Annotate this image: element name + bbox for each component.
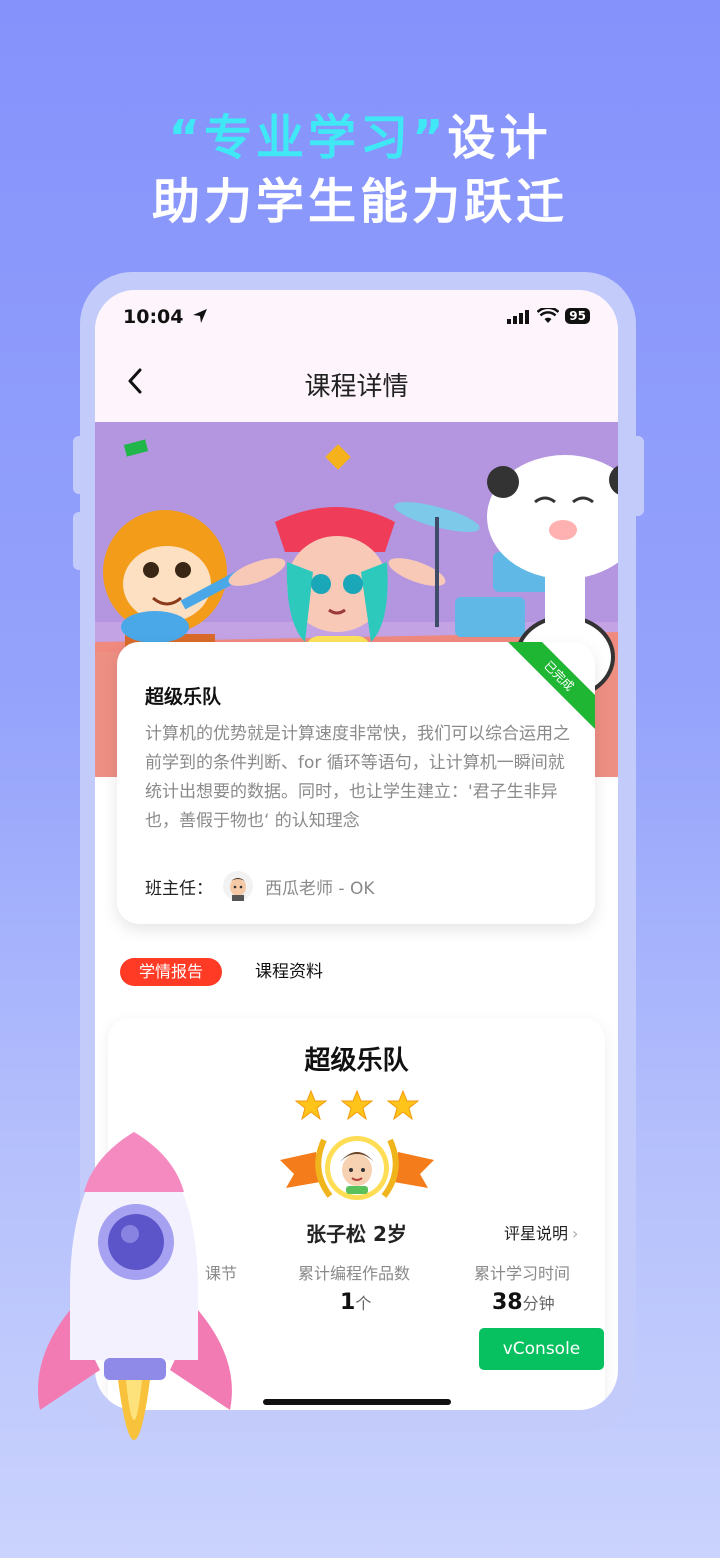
course-description: 计算机的优势就是计算速度非常快，我们可以综合运用之前学到的条件判断、for 循环… bbox=[145, 724, 570, 831]
stat-time-unit: 分钟 bbox=[522, 1294, 555, 1313]
headline-line-2: 助力学生能力跃迁 bbox=[151, 174, 568, 230]
status-icons: 95 bbox=[507, 308, 590, 324]
rating-explanation-link[interactable]: 评星说明 › bbox=[504, 1220, 578, 1244]
stat-time-value: 38分钟 bbox=[492, 1290, 555, 1315]
stat-time-label: 累计学习时间 bbox=[474, 1264, 571, 1283]
headline-line-1: “专业学习”设计 bbox=[0, 98, 720, 168]
teacher-label: 班主任： bbox=[145, 878, 213, 899]
rating-link-label: 评星说明 bbox=[504, 1224, 569, 1243]
teacher-row: 班主任： 西瓜老师 - OK bbox=[145, 870, 374, 902]
student-avatar-badge bbox=[280, 1136, 434, 1200]
phone-side-button bbox=[73, 512, 87, 570]
headline-highlight: “专业学习” bbox=[168, 110, 448, 166]
teacher-avatar bbox=[223, 871, 253, 901]
star-icon bbox=[340, 1090, 374, 1120]
status-bar: 10:04 95 bbox=[123, 306, 590, 330]
phone-side-button bbox=[73, 436, 87, 494]
stat-works-label: 累计编程作品数 bbox=[298, 1264, 411, 1283]
course-info-card: 已完成 超级乐队 计算机的优势就是计算速度非常快，我们可以综合运用之前学到的条件… bbox=[117, 642, 595, 924]
phone-side-button bbox=[630, 436, 644, 516]
home-indicator[interactable] bbox=[263, 1399, 451, 1405]
course-title: 超级乐队 bbox=[145, 686, 222, 708]
stat-works-number: 1 bbox=[340, 1290, 356, 1315]
star-icon bbox=[386, 1090, 419, 1120]
page-title: 课程详情 bbox=[304, 372, 409, 402]
nav-bar: 课程详情 bbox=[95, 352, 618, 412]
cellular-signal-icon bbox=[507, 310, 530, 324]
teacher-name: 西瓜老师 - OK bbox=[265, 878, 375, 899]
wifi-icon bbox=[537, 308, 560, 323]
headline-rest: 设计 bbox=[447, 110, 552, 166]
rocket-illustration bbox=[38, 1132, 232, 1440]
stat-works-unit: 个 bbox=[355, 1294, 372, 1313]
battery-icon: 95 bbox=[565, 308, 590, 324]
stat-works-value: 1个 bbox=[340, 1290, 371, 1315]
chevron-right-icon: › bbox=[572, 1224, 579, 1243]
tab-learning-report[interactable]: 学情报告 bbox=[120, 958, 222, 986]
vconsole-button[interactable]: vConsole bbox=[479, 1328, 604, 1370]
time-text: 10:04 bbox=[123, 306, 184, 328]
status-time: 10:04 bbox=[123, 306, 208, 328]
star-rating bbox=[295, 1090, 419, 1120]
stat-time-number: 38 bbox=[492, 1290, 523, 1315]
location-icon bbox=[193, 309, 208, 323]
tab-course-materials[interactable]: 课程资料 bbox=[255, 958, 323, 986]
report-title: 超级乐队 bbox=[304, 1046, 409, 1076]
star-icon bbox=[295, 1090, 328, 1120]
